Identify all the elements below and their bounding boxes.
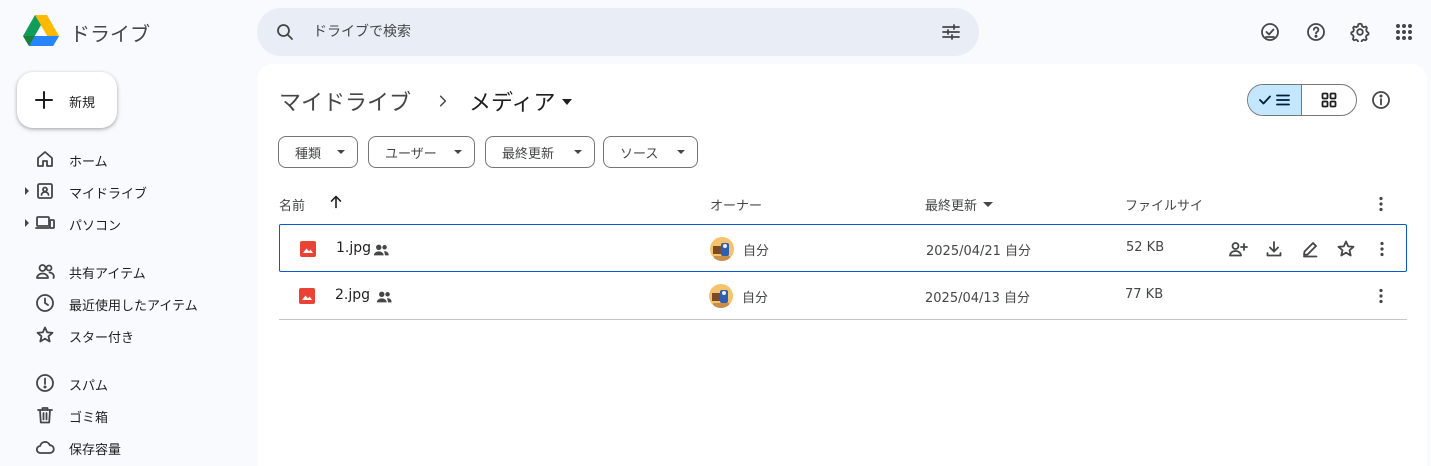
help-icon[interactable] — [1304, 20, 1328, 44]
computer-icon — [35, 213, 55, 233]
my-drive-icon — [35, 181, 55, 201]
info-icon[interactable] — [1371, 90, 1391, 110]
caret-down-icon — [337, 150, 345, 154]
filter-chip-label: ユーザー — [385, 146, 437, 162]
sort-caret-down-icon — [983, 202, 994, 207]
view-toggle — [1247, 84, 1357, 116]
caret-down-icon — [574, 150, 582, 154]
filter-chip-modified[interactable]: 最終更新 — [485, 136, 595, 168]
sidebar-item-label: マイドライブ — [69, 187, 148, 202]
drive-logo-icon[interactable] — [22, 14, 60, 48]
owner-name: 自分 — [743, 244, 770, 259]
filter-chip-people[interactable]: ユーザー — [368, 136, 475, 168]
share-person-add-icon[interactable] — [1228, 239, 1248, 259]
filter-chip-source[interactable]: ソース — [603, 136, 698, 168]
sidebar-item-label: スパム — [69, 379, 109, 394]
avatar — [710, 237, 734, 261]
shared-people-icon — [375, 288, 393, 306]
sidebar-item-label: スター付き — [69, 331, 135, 346]
grid-view-button[interactable] — [1302, 85, 1356, 115]
filter-chip-label: 最終更新 — [502, 146, 555, 162]
file-name[interactable]: 1.jpg — [336, 240, 371, 256]
list-view-button[interactable] — [1248, 85, 1303, 115]
settings-gear-icon[interactable] — [1348, 20, 1372, 44]
search-icon[interactable] — [275, 22, 295, 42]
sidebar-item-storage[interactable]: 保存容量 — [0, 431, 250, 463]
filter-chip-type[interactable]: 種類 — [278, 136, 358, 168]
sidebar-item-spam[interactable]: スパム — [0, 367, 250, 399]
owner-name: 自分 — [742, 291, 769, 306]
cloud-icon — [35, 437, 55, 457]
sidebar-item-my-drive[interactable]: マイドライブ — [0, 175, 250, 207]
sidebar-item-label: 共有アイテム — [69, 267, 146, 282]
app-title[interactable]: ドライブ — [70, 18, 150, 47]
modified-date: 2025/04/13 自分 — [925, 291, 1031, 306]
star-icon[interactable] — [1336, 239, 1356, 259]
image-file-icon — [299, 288, 315, 304]
sidebar-item-label: ゴミ箱 — [69, 411, 109, 426]
sidebar-item-label: 最近使用したアイテム — [69, 299, 198, 314]
new-button[interactable]: 新規 — [17, 72, 117, 128]
rename-pencil-icon[interactable] — [1300, 239, 1320, 259]
caret-down-icon — [454, 150, 462, 154]
plus-icon — [34, 90, 54, 110]
image-file-icon — [300, 241, 316, 257]
sidebar-item-starred[interactable]: スター付き — [0, 319, 250, 351]
sort-arrow-up-icon[interactable] — [327, 193, 345, 211]
column-header-modified-label: 最終更新 — [925, 199, 978, 214]
home-icon — [35, 149, 55, 169]
shared-people-icon — [372, 241, 390, 259]
sidebar-item-computers[interactable]: パソコン — [0, 207, 250, 239]
column-header-modified[interactable]: 最終更新 — [925, 195, 994, 214]
download-icon[interactable] — [1264, 239, 1284, 259]
caret-down-icon[interactable] — [561, 98, 573, 106]
shared-people-icon — [35, 261, 55, 281]
expand-caret-icon[interactable] — [25, 187, 29, 195]
search-input[interactable] — [313, 20, 913, 44]
filter-chip-label: ソース — [620, 146, 659, 162]
clock-icon — [35, 293, 55, 313]
apps-grid-icon[interactable] — [1392, 20, 1416, 44]
column-header-size[interactable]: ファイルサイ — [1125, 195, 1203, 214]
chevron-right-icon — [435, 93, 451, 109]
sidebar-item-trash[interactable]: ゴミ箱 — [0, 399, 250, 431]
main-panel: マイドライブ メディア 種類 ユーザー 最終更新 ソース 名前 オーナー 最終更… — [257, 64, 1427, 466]
file-name[interactable]: 2.jpg — [335, 287, 370, 303]
expand-caret-icon[interactable] — [25, 219, 29, 227]
sidebar-item-label: パソコン — [69, 219, 122, 234]
caret-down-icon — [677, 150, 685, 154]
sidebar-item-recent[interactable]: 最近使用したアイテム — [0, 287, 250, 319]
spam-icon — [35, 373, 55, 393]
more-vert-icon[interactable] — [1371, 286, 1391, 306]
avatar — [709, 284, 733, 308]
file-size: 77 KB — [1125, 287, 1164, 302]
file-size: 52 KB — [1126, 240, 1165, 255]
more-vert-icon[interactable] — [1371, 194, 1391, 214]
more-vert-icon[interactable] — [1372, 239, 1392, 259]
filter-chip-label: 種類 — [295, 146, 322, 162]
trash-icon — [35, 405, 55, 425]
breadcrumb-current[interactable]: メディア — [469, 85, 555, 117]
column-header-name[interactable]: 名前 — [279, 195, 305, 214]
new-button-label: 新規 — [69, 96, 96, 111]
table-row[interactable]: 2.jpg 自分 2025/04/13 自分 77 KB — [279, 272, 1407, 320]
sidebar-item-label: ホーム — [69, 155, 108, 170]
search-options-icon[interactable] — [941, 22, 961, 42]
sidebar-item-home[interactable]: ホーム — [0, 143, 250, 175]
table-row[interactable]: 1.jpg 自分 2025/04/21 自分 52 KB — [279, 224, 1407, 272]
offline-ready-icon[interactable] — [1258, 20, 1282, 44]
column-header-owner[interactable]: オーナー — [710, 195, 762, 214]
breadcrumb: マイドライブ メディア — [279, 86, 573, 116]
sidebar-item-shared[interactable]: 共有アイテム — [0, 255, 250, 287]
breadcrumb-root[interactable]: マイドライブ — [279, 85, 411, 117]
search-box[interactable] — [257, 8, 979, 56]
star-icon — [35, 325, 55, 345]
sidebar-item-label: 保存容量 — [69, 443, 122, 458]
modified-date: 2025/04/21 自分 — [926, 244, 1032, 259]
